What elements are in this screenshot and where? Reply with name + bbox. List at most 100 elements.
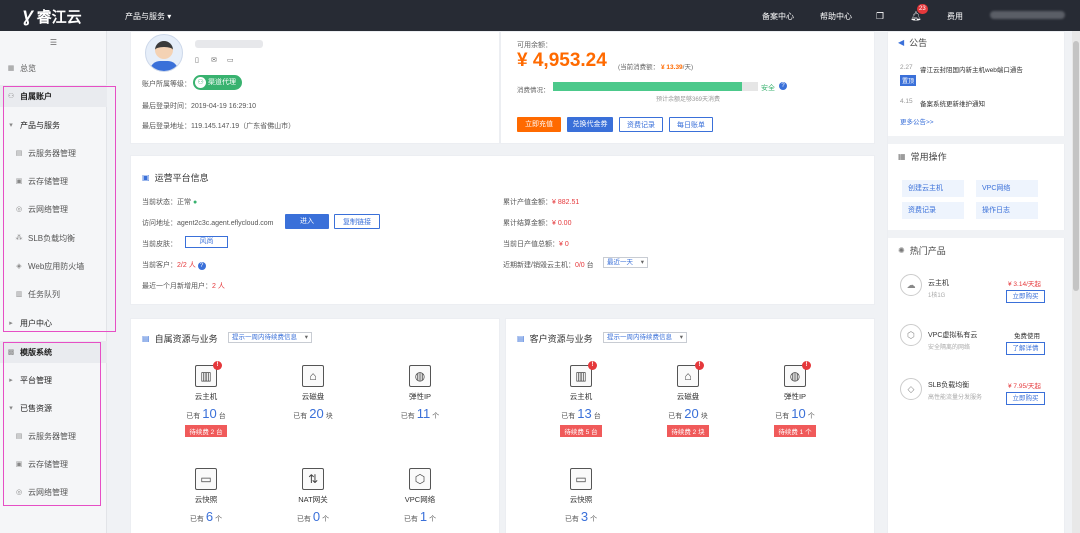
resource-count: 已有 6 个 bbox=[189, 509, 223, 524]
renewal-warning-badge[interactable]: 待续费 2 块 bbox=[667, 425, 709, 437]
product-price: ¥ 7.95/天起 bbox=[1008, 383, 1041, 390]
recharge-button[interactable]: 立即充值 bbox=[517, 117, 561, 132]
renewal-warning-badge[interactable]: 待续费 2 台 bbox=[185, 425, 227, 437]
renewal-warning-badge[interactable]: 待续费 1 个 bbox=[774, 425, 816, 437]
nav-products[interactable]: 产品与服务 ▾ bbox=[125, 11, 171, 22]
fee-record-link[interactable]: 资费记录 bbox=[902, 202, 964, 219]
skin-value[interactable]: 风尚 bbox=[185, 236, 228, 248]
resource-icon: ⌂ bbox=[301, 365, 325, 387]
customer-resources-title: ▤ 客户资源与业务 bbox=[517, 334, 593, 344]
scrollbar-thumb[interactable] bbox=[1073, 41, 1079, 291]
resource-item[interactable]: ▭ 云快照 已有 3 个 bbox=[536, 468, 626, 524]
buy-now-button[interactable]: 立即购买 bbox=[1006, 392, 1045, 405]
megaphone-icon: ◀ bbox=[898, 38, 905, 47]
resource-item[interactable]: ⌂! 云磁盘 已有 20 块待续费 2 块 bbox=[643, 361, 733, 437]
notification-badge: 23 bbox=[917, 4, 928, 14]
notice-item[interactable]: 睿江云封阻国内新主机web端口通告 bbox=[920, 64, 1023, 74]
resource-icon: ▥! bbox=[569, 361, 597, 387]
product-price: 免费使用 bbox=[1014, 333, 1040, 340]
id-card-icon[interactable]: ▭ bbox=[227, 56, 234, 64]
last-login-ip: 最后登录地址：119.145.147.19（广东省佛山市） bbox=[142, 123, 296, 130]
customer-resources-card: ▤客户资源与业务 提示一周内待续费信息 ▥! 云主机已有13台待续费 5 台 ⌂! 云… bbox=[505, 318, 875, 533]
gear-icon: ✺ bbox=[898, 246, 905, 255]
level-badge: ⚇ 渠道代理 bbox=[193, 75, 242, 90]
redeem-coupon-button[interactable]: 兑换代金券 bbox=[567, 117, 613, 132]
top-navbar: Ɣ 睿江云 产品与服务 ▾ 备案中心 帮助中心 ❐ 🔔︎ 23 费用 bbox=[0, 0, 1080, 31]
resource-count: 已有 1 个 bbox=[403, 509, 437, 524]
total-settle-row: 累计结算金额：¥ 0.00 bbox=[503, 220, 572, 227]
daily-bill-button[interactable]: 每日账单 bbox=[669, 117, 713, 132]
notice-date: 2.27 bbox=[900, 64, 913, 71]
resource-count: 已有 3 个 bbox=[564, 509, 598, 524]
learn-more-button[interactable]: 了解详情 bbox=[1006, 342, 1045, 355]
hot-products-title: ✺ 热门产品 bbox=[898, 246, 946, 256]
resource-name: 云磁盘 bbox=[301, 392, 325, 401]
help-icon: ? bbox=[197, 262, 206, 270]
logo[interactable]: Ɣ 睿江云 bbox=[22, 6, 82, 27]
collapse-icon[interactable]: ☰ bbox=[0, 33, 107, 51]
resource-item[interactable]: ▭ 云快照 已有 6 个 bbox=[161, 468, 251, 524]
status-row: 当前状态：正常 ● bbox=[142, 199, 198, 206]
level-label: 账户所属等级： bbox=[142, 81, 191, 88]
sidebar-item-overview[interactable]: ▦ 总览 bbox=[0, 57, 107, 79]
own-resources-select[interactable]: 提示一周内待续费信息 bbox=[228, 332, 312, 343]
skin-label: 当前皮肤： bbox=[142, 241, 177, 248]
resource-count: 已有 10 台 bbox=[186, 406, 226, 421]
copy-link-button[interactable]: 复制链接 bbox=[334, 214, 380, 229]
resource-item[interactable]: ▥! 云主机 已有 13 台待续费 5 台 bbox=[536, 361, 626, 437]
resource-item[interactable]: ⇅ NAT网关 已有 0 个 bbox=[268, 468, 358, 524]
resource-icon: ▥! bbox=[194, 361, 222, 387]
daily-output-row: 当前日产值总额：¥ 0 bbox=[503, 241, 569, 248]
resource-count: 已有 11 个 bbox=[400, 406, 440, 421]
product-price: ¥ 3.14/天起 bbox=[1008, 281, 1041, 288]
cloud-icon: ☁ bbox=[900, 274, 922, 296]
enter-button[interactable]: 进入 bbox=[285, 214, 329, 229]
new-users-row: 最近一个月新增用户：2 人 bbox=[142, 283, 225, 290]
alert-icon: ! bbox=[802, 361, 811, 370]
highlight-box-own-account bbox=[3, 86, 116, 332]
recent-period-select[interactable]: 最近一天 bbox=[603, 257, 648, 268]
product-name: VPC虚拟私有云 bbox=[928, 332, 978, 339]
phone-icon[interactable]: ▯ bbox=[195, 56, 199, 64]
resource-count: 已有 10 个 bbox=[775, 406, 815, 421]
window-icon[interactable]: ❐ bbox=[876, 11, 884, 22]
resource-item[interactable]: ◍! 弹性IP 已有 10 个待续费 1 个 bbox=[750, 361, 840, 437]
balance-label: 可用余额： bbox=[517, 42, 552, 49]
own-resources-card: ▤自属资源与业务 提示一周内待续费信息 ▥! 云主机已有10台待续费 2 台 ⌂ 云磁… bbox=[130, 318, 500, 533]
nav-beian[interactable]: 备案中心 bbox=[762, 11, 794, 22]
customer-resources-select[interactable]: 提示一周内待续费信息 bbox=[603, 332, 687, 343]
platform-card: ▣ 运营平台信息 当前状态：正常 ● 访问地址：agent2c3c.agent.e… bbox=[130, 155, 875, 305]
resource-name: 云主机 bbox=[194, 392, 218, 401]
product-desc: 安全隔离的网络 bbox=[928, 345, 971, 351]
daily-consume: (当前消费额： ¥ 13.39/天) bbox=[618, 64, 694, 71]
resource-item[interactable]: ▥! 云主机已有 10 台待续费 2 台 bbox=[161, 361, 251, 437]
renewal-warning-badge[interactable]: 待续费 5 台 bbox=[560, 425, 602, 437]
more-notices-link[interactable]: 更多公告>> bbox=[900, 116, 934, 126]
email-icon[interactable]: ✉ bbox=[211, 56, 217, 64]
nav-fees[interactable]: 费用 bbox=[947, 11, 963, 22]
balance-card: 可用余额： ¥ 4,953.24 (当前消费额： ¥ 13.39/天) 消费情况… bbox=[500, 31, 875, 144]
resource-icon: ◍ bbox=[408, 365, 432, 387]
resource-count: 已有 13 台 bbox=[561, 406, 601, 421]
fee-record-button[interactable]: 资费记录 bbox=[619, 117, 663, 132]
create-host-button[interactable]: 创建云主机 bbox=[902, 180, 964, 197]
pinned-badge: 置顶 bbox=[900, 75, 917, 86]
buy-now-button[interactable]: 立即购买 bbox=[1006, 290, 1045, 303]
recent-hosts-row: 近期新建/销毁云主机：0/0 台 bbox=[503, 262, 594, 269]
username[interactable] bbox=[990, 11, 1065, 19]
help-icon[interactable]: ? bbox=[779, 82, 787, 90]
resource-icon: ⬡ bbox=[408, 468, 432, 490]
resource-item[interactable]: ⌂ 云磁盘已有 20 块 bbox=[268, 365, 358, 421]
vpc-network-button[interactable]: VPC网络 bbox=[976, 180, 1038, 197]
operation-log-button[interactable]: 操作日志 bbox=[976, 202, 1038, 219]
resource-count: 已有 20 块 bbox=[293, 406, 333, 421]
scrollbar[interactable] bbox=[1072, 31, 1080, 533]
briefcase-icon: ▤ bbox=[142, 334, 150, 343]
avatar[interactable] bbox=[145, 34, 183, 72]
notice-item[interactable]: 备案系统更新维护通知 bbox=[920, 98, 985, 108]
resource-item[interactable]: ⬡ VPC网络 已有 1 个 bbox=[375, 468, 465, 524]
check-icon: ● bbox=[192, 199, 198, 206]
resource-item[interactable]: ◍ 弹性IP 已有 11 个 bbox=[375, 365, 465, 421]
total-output-row: 累计产值金额：¥ 882.51 bbox=[503, 199, 580, 206]
nav-help[interactable]: 帮助中心 bbox=[820, 11, 852, 22]
